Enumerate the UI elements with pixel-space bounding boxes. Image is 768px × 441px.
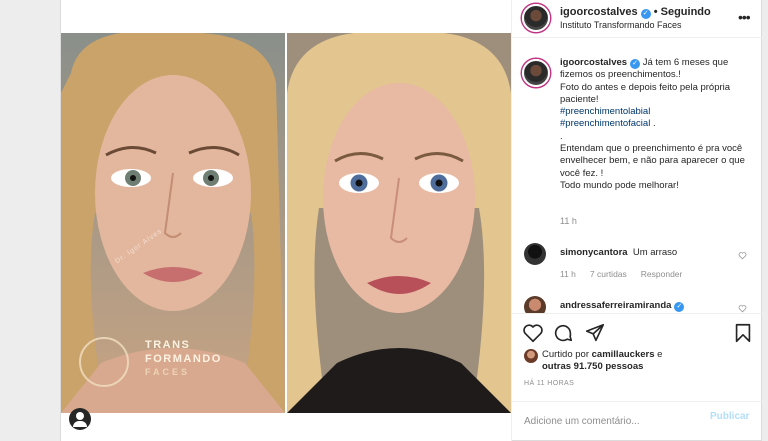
comment-input[interactable] xyxy=(524,411,694,431)
caption-dot: . xyxy=(560,130,563,142)
post-caption: igoorcostalves ✓ Já tem 6 meses que fizem… xyxy=(560,57,755,192)
watermark-line-3: FACES xyxy=(145,367,191,377)
brand-watermark: TRANS FORMANDO FACES xyxy=(79,335,239,395)
comment-likes[interactable]: 7 curtidas xyxy=(590,269,627,279)
user-tag-icon[interactable] xyxy=(69,408,91,430)
liker-avatar[interactable] xyxy=(524,349,538,363)
separator: • xyxy=(653,6,658,18)
author-line: igoorcostalves ✓ • Seguindo xyxy=(560,6,711,19)
comment-text: andressaferreiramiranda ✓ xyxy=(560,300,685,312)
face-logo-icon xyxy=(79,337,129,387)
post-media[interactable]: Dr. Igor Alves TRANS FORMANDO FACES xyxy=(61,0,511,441)
post-modal: Dr. Igor Alves TRANS FORMANDO FACES igoo… xyxy=(60,0,764,441)
hashtag-link[interactable]: #preenchimentolabial xyxy=(560,106,650,117)
liked-join: e xyxy=(657,349,663,360)
likes-count-link[interactable]: outras 91.750 pessoas xyxy=(542,361,643,372)
watermark-line-2: FORMANDO xyxy=(145,353,222,365)
before-photo: Dr. Igor Alves TRANS FORMANDO FACES xyxy=(61,33,285,413)
verified-badge-icon: ✓ xyxy=(640,9,651,19)
comment-text: simonycantora Um arraso xyxy=(560,247,677,258)
share-send-icon[interactable] xyxy=(584,322,606,344)
save-bookmark-icon[interactable] xyxy=(732,322,754,344)
post-actions: Curtido por camillauckers e outras 91.75… xyxy=(512,313,764,401)
comments-list[interactable]: igoorcostalves ✓ Já tem 6 meses que fizem… xyxy=(512,38,764,313)
caption-timestamp[interactable]: 11 h xyxy=(560,216,577,226)
after-photo xyxy=(287,33,511,413)
liked-by: Curtido por camillauckers e outras 91.75… xyxy=(542,349,752,374)
publish-comment-button[interactable]: Publicar xyxy=(710,411,749,422)
post-header: igoorcostalves ✓ • Seguindo Instituto Tra… xyxy=(512,0,764,38)
verified-badge-icon: ✓ xyxy=(630,59,641,69)
comment-time[interactable]: 11 h xyxy=(560,269,576,279)
comment-body: Um arraso xyxy=(632,247,678,258)
more-options-icon[interactable]: ••• xyxy=(738,9,751,25)
liker-username[interactable]: camillauckers xyxy=(592,349,655,360)
commenter-avatar[interactable] xyxy=(524,243,546,265)
post-timestamp[interactable]: HÁ 11 HORAS xyxy=(524,380,574,387)
comment-like-icon[interactable] xyxy=(738,251,747,260)
liked-prefix: Curtido por xyxy=(542,349,589,360)
following-button[interactable]: Seguindo xyxy=(661,6,711,18)
comment-meta: 11 h 7 curtidas Responder xyxy=(560,269,696,279)
post-sidebar: igoorcostalves ✓ • Seguindo Instituto Tra… xyxy=(511,0,764,441)
author-avatar[interactable] xyxy=(522,4,550,32)
caption-username[interactable]: igoorcostalves xyxy=(560,57,627,68)
commenter-avatar[interactable] xyxy=(524,296,546,313)
author-username[interactable]: igoorcostalves xyxy=(560,6,638,18)
comment-like-icon[interactable] xyxy=(738,304,747,313)
verified-badge-icon: ✓ xyxy=(674,302,685,312)
location-link[interactable]: Instituto Transformando Faces xyxy=(560,20,682,30)
caption-avatar[interactable] xyxy=(522,59,550,87)
hashtag-link[interactable]: #preenchimentofacial xyxy=(560,118,650,129)
page-background-left xyxy=(0,0,60,441)
reply-button[interactable]: Responder xyxy=(641,269,683,279)
caption-punct: . xyxy=(650,118,656,130)
like-heart-icon[interactable] xyxy=(522,322,544,344)
commenter-username[interactable]: simonycantora xyxy=(560,247,628,258)
caption-line-4: Todo mundo pode melhorar! xyxy=(560,179,679,191)
caption-line-2: Foto do antes e depois feito pela própri… xyxy=(560,81,731,105)
caption-line-3: Entendam que o preenchimento é pra você … xyxy=(560,143,745,179)
commenter-username[interactable]: andressaferreiramiranda xyxy=(560,300,671,311)
add-comment-bar: Publicar xyxy=(512,401,764,441)
watermark-line-1: TRANS xyxy=(145,339,191,351)
comment-bubble-icon[interactable] xyxy=(552,322,574,344)
